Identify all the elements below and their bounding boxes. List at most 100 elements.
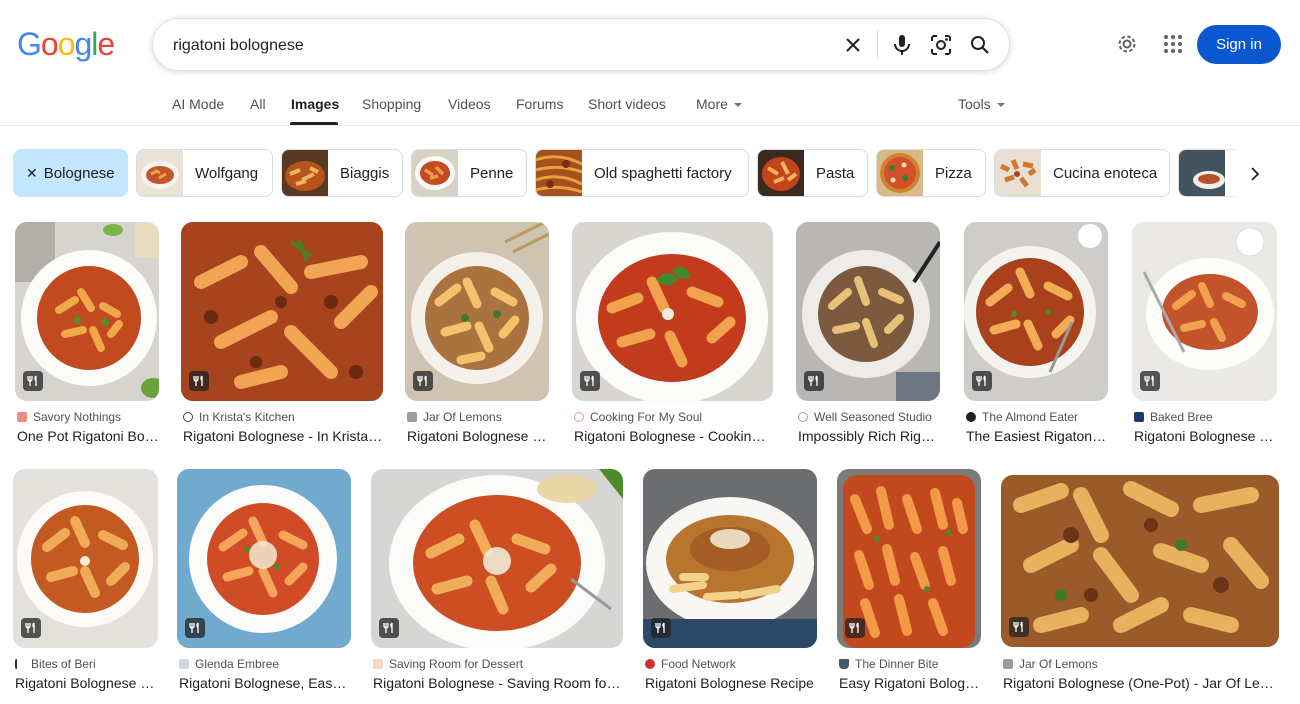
result-title[interactable]: Rigatoni Bolognese (One-Pot) <box>407 428 549 444</box>
result-image[interactable] <box>181 222 383 401</box>
result-title[interactable]: Rigatoni Bolognese - Baked Bree <box>1134 428 1277 444</box>
result-image[interactable] <box>796 222 940 401</box>
result-image[interactable] <box>1001 475 1279 647</box>
google-logo[interactable]: Google <box>17 26 115 63</box>
source-name: Food Network <box>661 657 736 671</box>
tools-button[interactable]: Tools <box>958 96 1005 112</box>
result-source[interactable]: Cooking For My Soul <box>574 410 702 424</box>
tab-all[interactable]: All <box>250 96 266 112</box>
logo-letter: G <box>17 26 42 62</box>
result-source[interactable]: Baked Bree <box>1134 410 1213 424</box>
result-image[interactable] <box>15 222 159 401</box>
recipe-icon <box>651 618 671 638</box>
apps-grid-icon[interactable] <box>1160 31 1186 57</box>
source-name: Glenda Embree <box>195 657 280 671</box>
source-name: In Krista's Kitchen <box>199 410 295 424</box>
result-title[interactable]: Rigatoni Bolognese - Saving Room for Des… <box>373 675 623 691</box>
chip-thumbnail <box>758 150 804 196</box>
source-name: Jar Of Lemons <box>423 410 502 424</box>
result-title[interactable]: One Pot Rigatoni Bolognese <box>17 428 159 444</box>
result-title[interactable]: Rigatoni Bolognese - Cooking For My Soul <box>574 428 773 444</box>
result-title[interactable]: Rigatoni Bolognese, Easy and Hearty <box>179 675 351 691</box>
result-title[interactable]: Impossibly Rich Rigatoni Bolognese <box>798 428 940 444</box>
chip-label: Penne <box>470 164 514 182</box>
result-image[interactable] <box>837 469 981 648</box>
result-image[interactable] <box>964 222 1108 401</box>
site-favicon-icon <box>373 659 383 669</box>
chip-penne[interactable]: Penne <box>411 149 527 197</box>
search-tabs: AI Mode All Images Shopping Videos Forum… <box>0 88 1300 126</box>
tab-ai-mode[interactable]: AI Mode <box>172 96 224 112</box>
recipe-icon <box>845 618 865 638</box>
result-source[interactable]: The Dinner Bite <box>839 657 938 671</box>
result-image[interactable] <box>371 469 623 648</box>
camera-lens-icon[interactable] <box>928 32 954 58</box>
search-icon[interactable] <box>967 32 993 58</box>
site-favicon-icon <box>1003 659 1013 669</box>
tab-short-videos[interactable]: Short videos <box>588 96 666 112</box>
result-source[interactable]: Well Seasoned Studio <box>798 410 932 424</box>
sign-in-button[interactable]: Sign in <box>1197 25 1281 64</box>
result-image[interactable] <box>177 469 351 648</box>
chip-label: Pasta <box>816 164 855 182</box>
chip-cucina-enoteca[interactable]: Cucina enoteca <box>994 149 1170 197</box>
recipe-icon <box>972 371 992 391</box>
chip-old-spaghetti-factory[interactable]: Old spaghetti factory <box>535 149 749 197</box>
site-favicon-icon <box>645 659 655 669</box>
result-title[interactable]: Rigatoni Bolognese - Bites of Beri <box>15 675 158 691</box>
recipe-icon <box>23 371 43 391</box>
site-favicon-icon <box>407 412 417 422</box>
close-icon[interactable]: ✕ <box>26 165 38 182</box>
result-title[interactable]: Rigatoni Bolognese - In Krista's Kitchen <box>183 428 383 444</box>
tab-more[interactable]: More <box>696 96 742 112</box>
result-source[interactable]: Jar Of Lemons <box>407 410 502 424</box>
result-image[interactable] <box>405 222 549 401</box>
result-title[interactable]: Easy Rigatoni Bolognese <box>839 675 981 691</box>
result-source[interactable]: Bites of Beri <box>15 657 96 671</box>
chip-bolognese[interactable]: ✕ Bolognese <box>13 149 128 197</box>
result-title[interactable]: Rigatoni Bolognese Recipe <box>645 675 817 691</box>
site-favicon-icon <box>798 412 808 422</box>
recipe-icon <box>413 371 433 391</box>
result-image[interactable] <box>13 469 158 648</box>
settings-gear-icon[interactable] <box>1114 31 1140 57</box>
chip-thumbnail <box>1179 150 1225 196</box>
chip-pizza[interactable]: Pizza <box>876 149 986 197</box>
chip-thumbnail <box>536 150 582 196</box>
chevron-down-icon <box>733 103 742 108</box>
recipe-icon <box>21 618 41 638</box>
chip-pasta[interactable]: Pasta <box>757 149 868 197</box>
result-source[interactable]: In Krista's Kitchen <box>183 410 295 424</box>
result-image[interactable] <box>1132 222 1277 401</box>
result-image[interactable] <box>643 469 817 648</box>
clear-icon[interactable] <box>840 32 866 58</box>
chip-biaggis[interactable]: Biaggis <box>281 149 403 197</box>
source-name: Savory Nothings <box>33 410 122 424</box>
site-favicon-icon <box>966 412 976 422</box>
tab-shopping[interactable]: Shopping <box>362 96 421 112</box>
result-image[interactable] <box>572 222 773 401</box>
search-input[interactable] <box>173 34 813 58</box>
search-divider <box>877 30 878 60</box>
chevron-right-icon[interactable] <box>1240 161 1270 187</box>
chip-thumbnail <box>282 150 328 196</box>
result-title[interactable]: The Easiest Rigatoni Bolognese <box>966 428 1108 444</box>
tab-images[interactable]: Images <box>291 96 339 112</box>
result-source[interactable]: Glenda Embree <box>179 657 279 671</box>
result-source[interactable]: The Almond Eater <box>966 410 1078 424</box>
result-source[interactable]: Savory Nothings <box>17 410 121 424</box>
tab-more-label: More <box>696 96 728 112</box>
result-source[interactable]: Jar Of Lemons <box>1003 657 1098 671</box>
chip-label: Old spaghetti factory <box>594 164 732 182</box>
chip-label: Cucina enoteca <box>1053 164 1158 182</box>
result-title[interactable]: Rigatoni Bolognese (One-Pot) - Jar Of Le… <box>1003 675 1279 691</box>
chip-wolfgang[interactable]: Wolfgang <box>136 149 273 197</box>
microphone-icon[interactable] <box>889 32 915 58</box>
result-source[interactable]: Saving Room for Dessert <box>373 657 523 671</box>
result-source[interactable]: Food Network <box>645 657 736 671</box>
source-name: Cooking For My Soul <box>590 410 703 424</box>
search-box[interactable] <box>152 18 1010 71</box>
site-favicon-icon <box>179 659 189 669</box>
tab-forums[interactable]: Forums <box>516 96 563 112</box>
tab-videos[interactable]: Videos <box>448 96 491 112</box>
